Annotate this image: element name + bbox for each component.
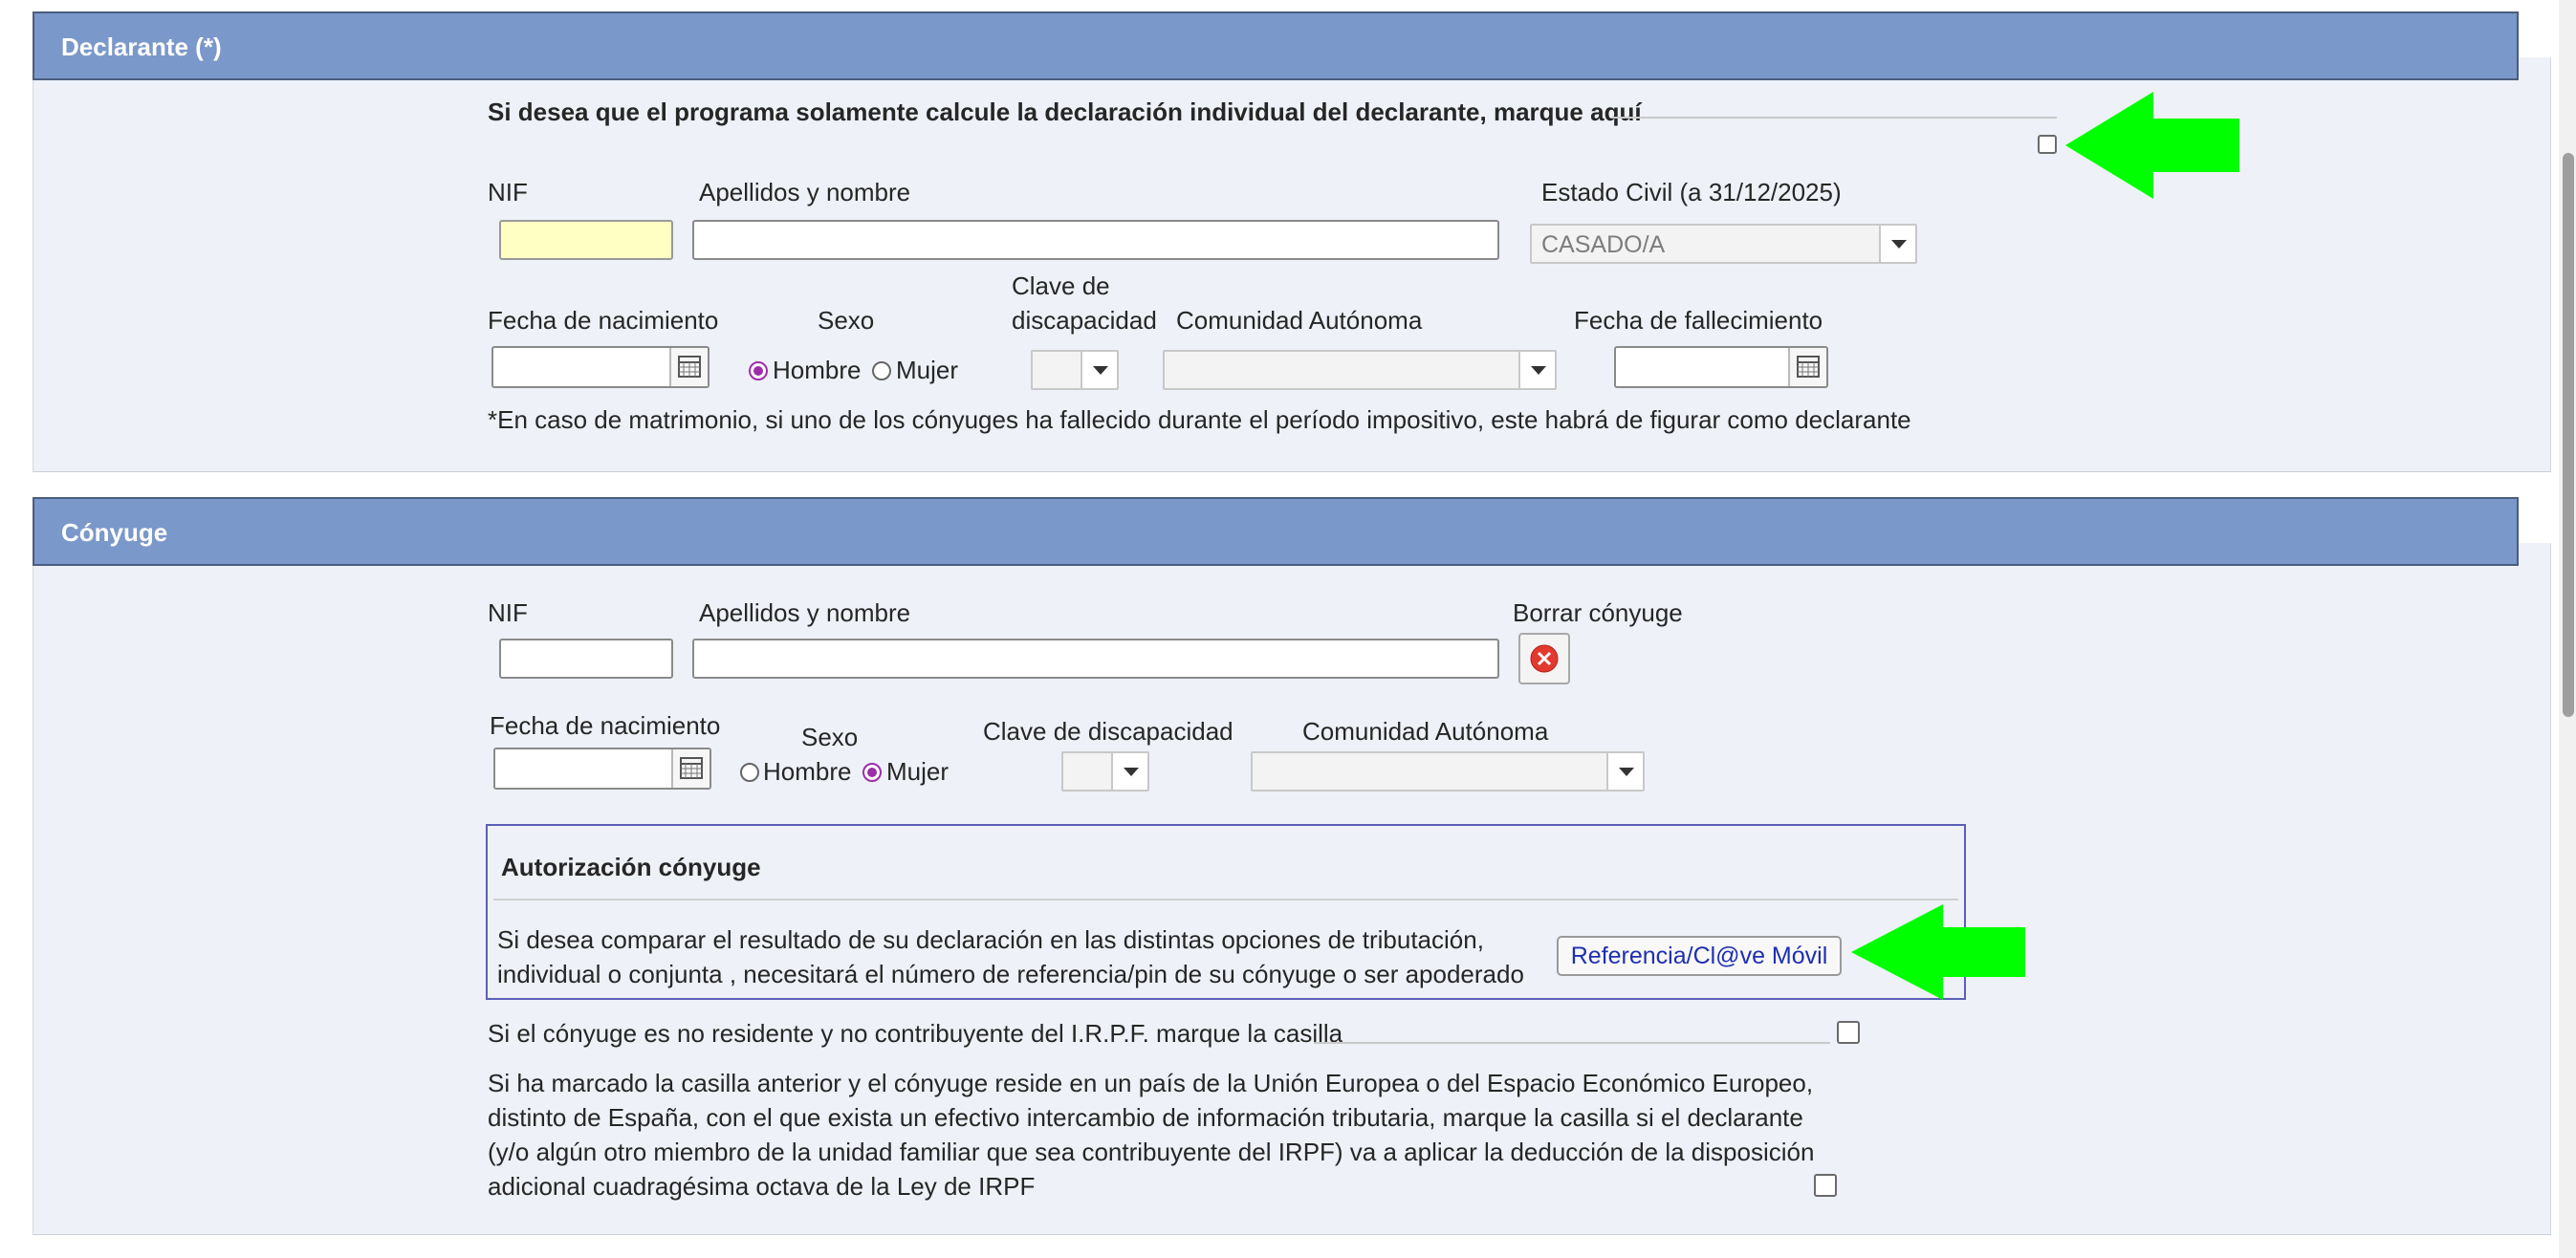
- sexo-label: Sexo: [818, 306, 875, 335]
- fecha-fallecimiento-label: Fecha de fallecimiento: [1574, 306, 1823, 335]
- matrimonio-note: *En caso de matrimonio, si uno de los có…: [488, 405, 1911, 434]
- conyuge-sexo-label: Sexo: [801, 723, 859, 751]
- apellidos-nombre-input[interactable]: [692, 220, 1499, 260]
- estado-civil-label: Estado Civil (a 31/12/2025): [1541, 178, 1842, 206]
- chevron-down-icon[interactable]: [1081, 352, 1117, 388]
- conyuge-fecha-nacimiento-input[interactable]: [493, 748, 711, 790]
- conyuge-nif-label: NIF: [488, 598, 528, 627]
- chevron-down-icon[interactable]: [1518, 352, 1555, 388]
- ue-text-1: Si ha marcado la casilla anterior y el c…: [488, 1069, 1814, 1097]
- chevron-down-icon[interactable]: [1111, 753, 1147, 790]
- green-arrow-icon: [2065, 92, 2239, 199]
- comunidad-autonoma-select[interactable]: [1163, 350, 1557, 390]
- clave-discapacidad-label-1: Clave de: [1012, 271, 1110, 300]
- conyuge-sexo-mujer-label: Mujer: [886, 757, 950, 786]
- referencia-clave-movil-button[interactable]: Referencia/Cl@ve Móvil: [1557, 936, 1842, 976]
- ue-text-4: adicional cuadragésima octava de la Ley …: [488, 1172, 1036, 1201]
- deduccion-ue-checkbox[interactable]: [1814, 1174, 1837, 1197]
- autorizacion-text-1: Si desea comparar el resultado de su dec…: [497, 925, 1484, 954]
- estado-civil-value: CASADO/A: [1541, 231, 1666, 258]
- comunidad-autonoma-label: Comunidad Autónoma: [1176, 306, 1423, 335]
- conyuge-comunidad-label: Comunidad Autónoma: [1302, 717, 1549, 746]
- chevron-down-icon[interactable]: [1606, 753, 1643, 790]
- estado-civil-select[interactable]: CASADO/A: [1530, 224, 1917, 264]
- delete-icon: [1530, 644, 1559, 673]
- no-residente-checkbox[interactable]: [1837, 1021, 1860, 1044]
- scrollbar-thumb[interactable]: [2563, 153, 2574, 717]
- conyuge-fecha-nac-label: Fecha de nacimiento: [490, 711, 721, 740]
- conyuge-discapacidad-label: Clave de discapacidad: [983, 717, 1233, 746]
- sexo-hombre-radio[interactable]: [749, 361, 768, 380]
- fecha-nacimiento-label: Fecha de nacimiento: [488, 306, 719, 335]
- green-arrow-icon: [1851, 904, 2025, 1000]
- conyuge-apellidos-label: Apellidos y nombre: [699, 598, 911, 627]
- no-residente-text: Si el cónyuge es no residente y no contr…: [488, 1019, 1343, 1048]
- calendar-icon[interactable]: [1788, 348, 1826, 386]
- individual-calc-text: Si desea que el programa solamente calcu…: [488, 98, 1642, 126]
- conyuge-nif-input[interactable]: [499, 639, 673, 679]
- fecha-nacimiento-input[interactable]: [491, 346, 709, 388]
- calendar-icon[interactable]: [669, 348, 708, 386]
- conyuge-discapacidad-select[interactable]: [1061, 751, 1149, 792]
- borrar-conyuge-label: Borrar cónyuge: [1513, 598, 1683, 627]
- declarante-header: Declarante (*): [33, 11, 2519, 80]
- clave-discapacidad-label-2: discapacidad: [1012, 306, 1157, 335]
- conyuge-apellidos-input[interactable]: [692, 639, 1499, 679]
- individual-calc-checkbox[interactable]: [2038, 135, 2057, 154]
- conyuge-sexo-hombre-radio[interactable]: [740, 763, 759, 782]
- sexo-hombre-label: Hombre: [773, 356, 862, 384]
- autorizacion-divider: [493, 899, 1958, 900]
- scrollbar[interactable]: [2559, 0, 2576, 1258]
- individual-calc-line: [1612, 117, 2057, 119]
- ue-text-2: distinto de España, con el que exista un…: [488, 1103, 1803, 1132]
- calendar-icon[interactable]: [671, 749, 709, 788]
- chevron-down-icon[interactable]: [1879, 226, 1915, 262]
- autorizacion-title: Autorización cónyuge: [501, 853, 761, 881]
- nif-input[interactable]: [499, 220, 673, 260]
- autorizacion-text-2: individual o conjunta , necesitará el nú…: [497, 960, 1524, 988]
- no-residente-line: [1314, 1042, 1830, 1044]
- sexo-mujer-radio[interactable]: [872, 361, 891, 380]
- nif-label: NIF: [488, 178, 528, 206]
- conyuge-comunidad-select[interactable]: [1251, 751, 1645, 792]
- clave-discapacidad-select[interactable]: [1031, 350, 1119, 390]
- apellidos-nombre-label: Apellidos y nombre: [699, 178, 911, 206]
- conyuge-sexo-mujer-radio[interactable]: [862, 763, 882, 782]
- conyuge-sexo-hombre-label: Hombre: [763, 757, 852, 786]
- fecha-fallecimiento-input[interactable]: [1614, 346, 1828, 388]
- ue-text-3: (y/o algún otro miembro de la unidad fam…: [488, 1138, 1815, 1166]
- conyuge-header: Cónyuge: [33, 497, 2519, 566]
- borrar-conyuge-button[interactable]: [1518, 633, 1570, 684]
- sexo-mujer-label: Mujer: [896, 356, 959, 384]
